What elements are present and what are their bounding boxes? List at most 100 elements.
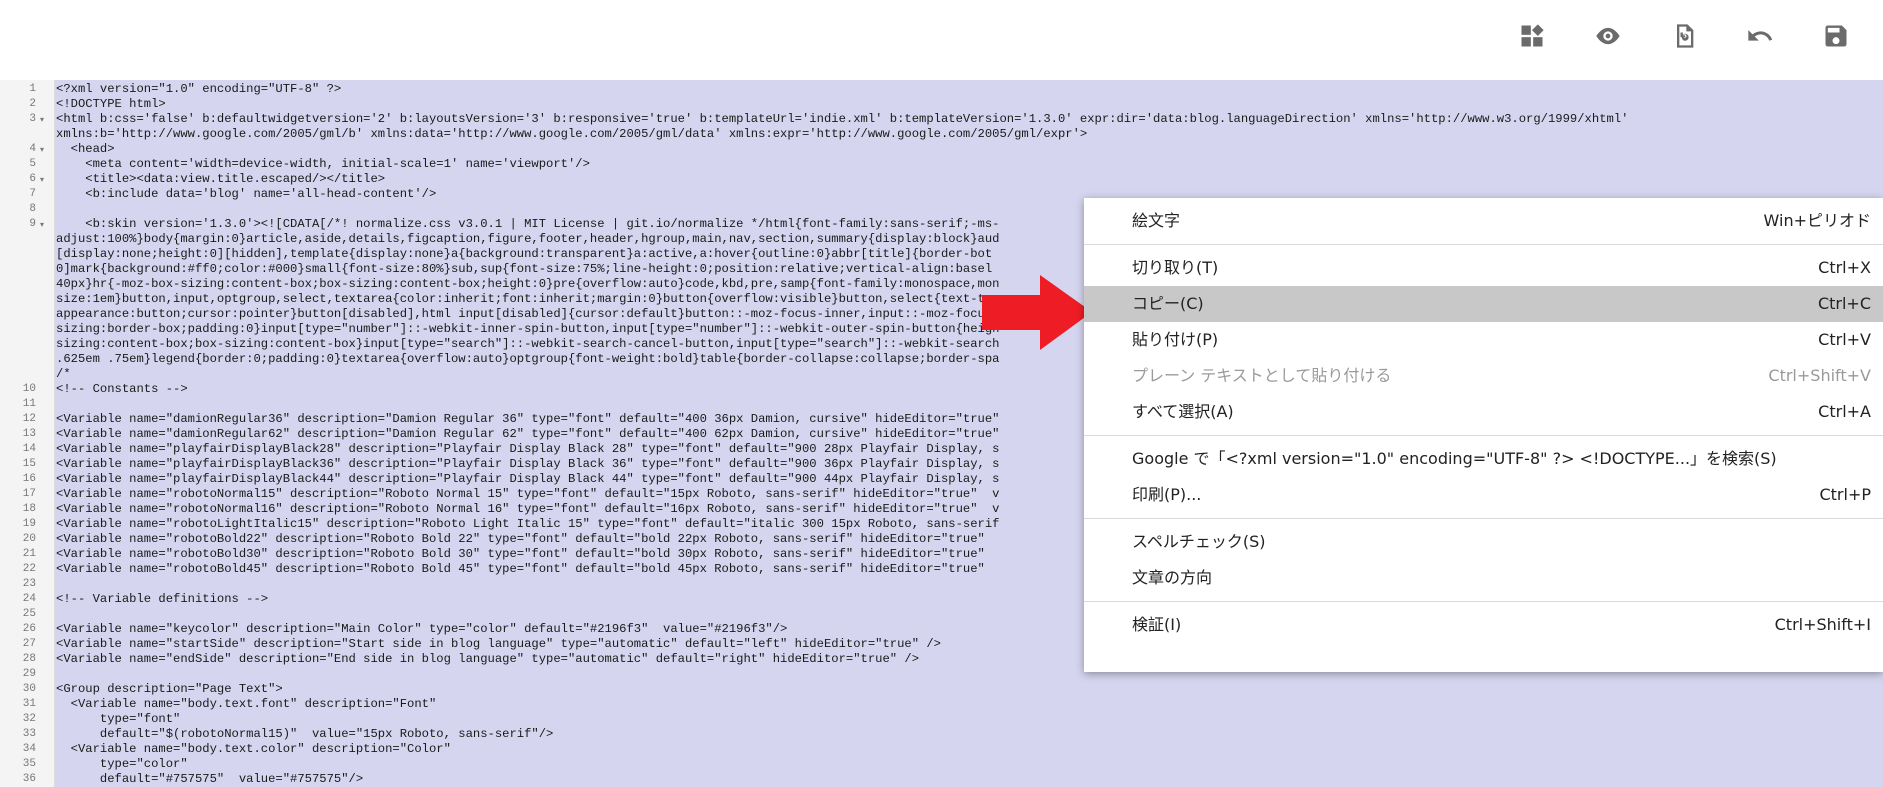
code-line[interactable]: <Variable name="playfairDisplayBlack28" … — [56, 442, 999, 457]
menu-item-shortcut: Ctrl+X — [1818, 258, 1871, 277]
save-icon[interactable] — [1816, 16, 1856, 56]
fold-toggle-icon[interactable]: ▾ — [40, 172, 50, 187]
menu-item-label: コピー(C) — [1132, 294, 1204, 313]
menu-item-shortcut: Ctrl+Shift+I — [1774, 615, 1871, 634]
code-line[interactable]: <Variable name="robotoBold45" descriptio… — [56, 562, 985, 577]
code-line[interactable]: <head> — [56, 142, 115, 157]
editor-toolbar — [0, 0, 1883, 76]
code-line[interactable]: size:1em}button,input,optgroup,select,te… — [56, 292, 999, 307]
line-number — [0, 352, 36, 367]
line-number: 10 — [22, 383, 36, 395]
preview-icon[interactable] — [1588, 16, 1628, 56]
menu-item-shortcut: Ctrl+A — [1818, 402, 1871, 421]
line-number: 22 — [22, 563, 36, 575]
context-menu-item[interactable]: 切り取り(T) Ctrl+X — [1084, 250, 1883, 286]
line-number: 20 — [22, 533, 36, 545]
context-menu-item[interactable]: コピー(C) Ctrl+C — [1084, 286, 1883, 322]
code-line[interactable]: sizing:content-box;box-sizing:content-bo… — [56, 337, 999, 352]
code-line[interactable]: <Variable name="startSide" description="… — [56, 637, 941, 652]
code-line[interactable]: <Variable name="body.text.color" descrip… — [56, 742, 451, 757]
line-number — [0, 262, 36, 277]
line-number — [0, 232, 36, 247]
line-number: 11 — [22, 398, 36, 410]
menu-item-shortcut: Ctrl+C — [1817, 294, 1871, 313]
line-number — [0, 337, 36, 352]
code-line[interactable]: <Variable name="body.text.font" descript… — [56, 697, 437, 712]
code-line[interactable]: <Variable name="playfairDisplayBlack36" … — [56, 457, 999, 472]
layout-icon[interactable] — [1512, 16, 1552, 56]
line-number: 24 — [22, 593, 36, 605]
context-menu-item[interactable]: スペルチェック(S) — [1084, 524, 1883, 560]
code-line[interactable]: 0]mark{background:#ff0;color:#000}small{… — [56, 262, 992, 277]
line-number — [0, 247, 36, 262]
context-menu-item[interactable]: 検証(I) Ctrl+Shift+I — [1084, 607, 1883, 643]
code-line[interactable]: <Variable name="robotoLightItalic15" des… — [56, 517, 999, 532]
code-line[interactable]: <b:skin version='1.3.0'><![CDATA[/*! nor… — [56, 217, 999, 232]
code-line[interactable]: <Variable name="robotoNormal15" descript… — [56, 487, 999, 502]
line-number: 14 — [22, 443, 36, 455]
code-line[interactable]: [display:none;height:0][hidden],template… — [56, 247, 992, 262]
menu-item-label: 絵文字 — [1132, 211, 1181, 230]
context-menu-item[interactable]: 印刷(P)... Ctrl+P — [1084, 477, 1883, 513]
code-line[interactable]: <Variable name="robotoBold22" descriptio… — [56, 532, 985, 547]
line-number: 28 — [22, 653, 36, 665]
line-number: 26 — [22, 623, 36, 635]
menu-separator — [1084, 601, 1883, 602]
menu-item-label: 検証(I) — [1132, 615, 1182, 634]
code-line[interactable]: <Variable name="robotoBold30" descriptio… — [56, 547, 985, 562]
code-line[interactable]: <Variable name="damionRegular36" descrip… — [56, 412, 999, 427]
code-line[interactable]: sizing:border-box;padding:0}input[type="… — [56, 322, 999, 337]
code-line[interactable]: default="#757575" value="#757575"/> — [56, 772, 363, 787]
fold-toggle-icon[interactable]: ▾ — [40, 112, 50, 127]
context-menu: 絵文字 Win+ピリオド切り取り(T) Ctrl+X コピー(C) Ctrl+C 貼り付け… — [1084, 198, 1883, 672]
code-line[interactable]: <b:include data='blog' name='all-head-co… — [56, 187, 436, 202]
fold-toggle-icon[interactable]: ▾ — [40, 142, 50, 157]
code-line[interactable]: <Variable name="robotoNormal16" descript… — [56, 502, 999, 517]
code-line[interactable]: type="font" — [56, 712, 180, 727]
code-line[interactable]: appearance:button;cursor:pointer}button[… — [56, 307, 985, 322]
code-line[interactable]: xmlns:b='http://www.google.com/2005/gml/… — [56, 127, 1087, 142]
context-menu-item[interactable]: 貼り付け(P) Ctrl+V — [1084, 322, 1883, 358]
revert-icon[interactable] — [1664, 16, 1704, 56]
code-line[interactable]: .625em .75em}legend{border:0;padding:0}t… — [56, 352, 999, 367]
code-line[interactable]: <?xml version="1.0" encoding="UTF-8" ?> — [56, 82, 341, 97]
line-number: 25 — [22, 608, 36, 620]
code-line[interactable]: <title><data:view.title.escaped/></title… — [56, 172, 385, 187]
code-line[interactable]: default="$(robotoNormal15)" value="15px … — [56, 727, 553, 742]
code-line[interactable]: adjust:100%}body{margin:0}article,aside,… — [56, 232, 999, 247]
menu-separator — [1084, 518, 1883, 519]
line-number: 18 — [22, 503, 36, 515]
code-line[interactable]: <html b:css='false' b:defaultwidgetversi… — [56, 112, 1628, 127]
line-number: 32 — [22, 713, 36, 725]
code-line[interactable]: type="color" — [56, 757, 188, 772]
menu-item-label: プレーン テキストとして貼り付ける — [1132, 366, 1392, 385]
code-line[interactable]: <meta content='width=device-width, initi… — [56, 157, 590, 172]
context-menu-item[interactable]: Google で「<?xml version="1.0" encoding="U… — [1084, 441, 1883, 477]
line-number: 36 — [22, 773, 36, 785]
line-number — [0, 307, 36, 322]
line-number — [0, 367, 36, 382]
context-menu-item[interactable]: すべて選択(A) Ctrl+A — [1084, 394, 1883, 430]
context-menu-item[interactable]: 文章の方向 — [1084, 560, 1883, 596]
context-menu-item[interactable]: 絵文字 Win+ピリオド — [1084, 203, 1883, 239]
code-line[interactable]: <!-- Variable definitions --> — [56, 592, 268, 607]
menu-item-shortcut: Ctrl+Shift+V — [1768, 366, 1871, 385]
line-number: 9 — [29, 218, 36, 230]
code-line[interactable]: <Variable name="endSide" description="En… — [56, 652, 919, 667]
line-number: 12 — [22, 413, 36, 425]
line-number: 34 — [22, 743, 36, 755]
menu-item-label: Google で「<?xml version="1.0" encoding="U… — [1132, 449, 1777, 468]
code-line[interactable]: <Variable name="keycolor" description="M… — [56, 622, 787, 637]
code-line[interactable]: /* — [56, 367, 71, 382]
code-line[interactable]: <!-- Constants --> — [56, 382, 188, 397]
code-line[interactable]: <!DOCTYPE html> — [56, 97, 166, 112]
fold-toggle-icon[interactable]: ▾ — [40, 217, 50, 232]
line-number: 16 — [22, 473, 36, 485]
code-line[interactable]: 40px}hr{-moz-box-sizing:content-box;box-… — [56, 277, 999, 292]
code-line[interactable]: <Variable name="playfairDisplayBlack44" … — [56, 472, 999, 487]
line-number: 21 — [22, 548, 36, 560]
code-line[interactable]: <Variable name="damionRegular62" descrip… — [56, 427, 999, 442]
code-line[interactable]: <Group description="Page Text"> — [56, 682, 283, 697]
menu-item-shortcut: Win+ピリオド — [1763, 211, 1871, 230]
undo-icon[interactable] — [1740, 16, 1780, 56]
